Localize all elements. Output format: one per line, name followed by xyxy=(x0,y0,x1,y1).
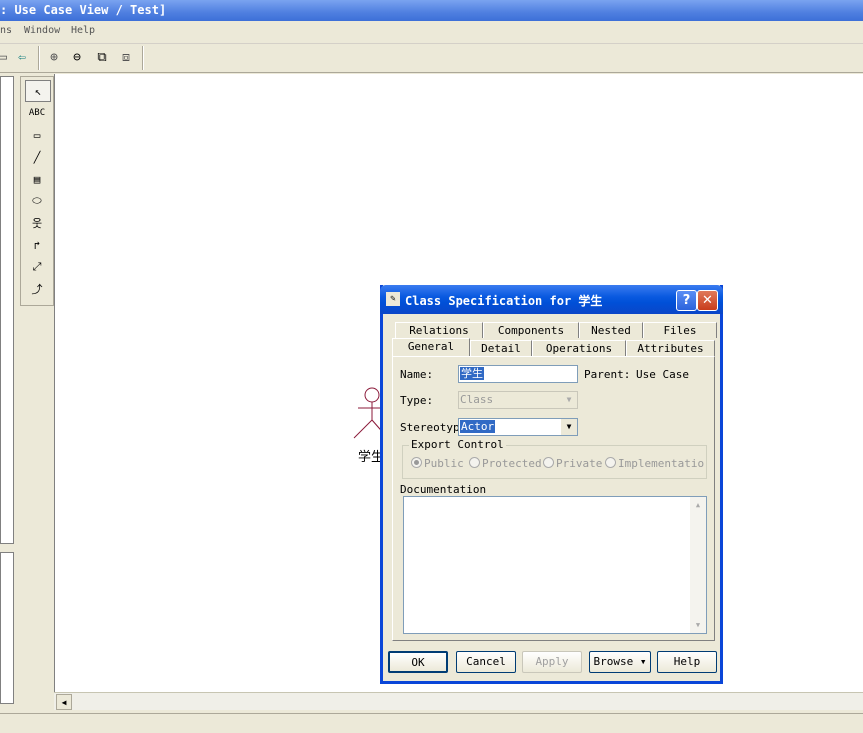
tab-general[interactable]: General xyxy=(392,338,470,356)
chevron-down-icon: ▼ xyxy=(561,419,577,435)
actor-tool-icon[interactable]: 웃 xyxy=(25,213,49,233)
class-specification-dialog: ✎ Class Specification for 学生 ? ✕ Relatio… xyxy=(380,285,723,684)
name-label: Name: xyxy=(400,368,434,381)
tab-detail[interactable]: Detail xyxy=(470,340,532,356)
anchor-line-icon[interactable]: ╱ xyxy=(25,147,49,167)
stereotype-select[interactable]: Actor ▼ xyxy=(458,418,578,436)
menu-item-help[interactable]: Help xyxy=(71,25,95,36)
selection-arrow-icon[interactable]: ↖ xyxy=(25,80,51,102)
tab-nested[interactable]: Nested xyxy=(579,322,643,338)
documentation-pane[interactable] xyxy=(0,552,14,704)
scroll-up-icon[interactable]: ▲ xyxy=(690,497,706,513)
help-button[interactable]: Help xyxy=(657,651,717,673)
stereotype-label: Stereotype xyxy=(400,421,467,434)
close-caption-button[interactable]: ✕ xyxy=(697,290,718,311)
dependency-tool-icon[interactable]: ⤢ xyxy=(25,257,49,277)
tab-files[interactable]: Files xyxy=(643,322,717,338)
browse-icon[interactable]: ▭ xyxy=(0,48,12,66)
package-tool-icon[interactable]: ▤ xyxy=(25,169,49,189)
note-tool-icon[interactable]: ▭ xyxy=(25,125,49,145)
menu-item-tools[interactable]: ns xyxy=(0,25,12,36)
documentation-scrollbar[interactable]: ▲ ▼ xyxy=(690,497,706,633)
cancel-button[interactable]: Cancel xyxy=(456,651,516,673)
association-tool-icon[interactable]: ↱ xyxy=(25,235,49,255)
fit-in-window-icon[interactable]: ⧉ xyxy=(93,48,111,66)
window-title: : Use Case View / Test] xyxy=(0,3,167,17)
text-tool-icon[interactable]: ABC xyxy=(25,103,49,123)
dialog-title-bar[interactable]: ✎ Class Specification for 学生 ? ✕ xyxy=(380,285,723,314)
toolbar: ▭ ⇦ ⊕ ⊖ ⧉ ⧈ xyxy=(0,44,863,73)
horizontal-scrollbar[interactable]: ◀ xyxy=(54,692,863,710)
use-case-tool-icon[interactable]: ⬭ xyxy=(25,191,49,211)
generalization-tool-icon[interactable]: ⤴ xyxy=(25,279,49,299)
radio-protected[interactable]: Protected xyxy=(469,457,542,470)
tab-components[interactable]: Components xyxy=(483,322,579,338)
dialog-app-icon: ✎ xyxy=(386,292,400,306)
menu-item-window[interactable]: Window xyxy=(24,25,60,36)
apply-button[interactable]: Apply xyxy=(522,651,582,673)
documentation-textarea[interactable]: ▲ ▼ xyxy=(403,496,707,634)
stereotype-value: Actor xyxy=(460,420,496,433)
name-input[interactable]: 学生 xyxy=(458,365,578,383)
menu-bar: ns Window Help xyxy=(0,21,863,44)
name-value: 学生 xyxy=(460,367,484,380)
window-title-bar[interactable]: : Use Case View / Test] xyxy=(0,0,863,21)
radio-implementation[interactable]: Implementatio xyxy=(605,457,704,470)
scroll-left-icon[interactable]: ◀ xyxy=(56,694,72,710)
export-control-label: Export Control xyxy=(409,438,506,451)
diagram-toolbox: ↖ ABC ▭ ╱ ▤ ⬭ 웃 ↱ ⤢ ⤴ xyxy=(20,76,54,306)
documentation-label: Documentation xyxy=(400,483,487,496)
chevron-down-icon: ▼ xyxy=(561,392,577,408)
browser-pane[interactable] xyxy=(0,76,14,544)
help-caption-button[interactable]: ? xyxy=(676,290,697,311)
undo-fit-icon[interactable]: ⧈ xyxy=(117,48,135,66)
type-select[interactable]: Class ▼ xyxy=(458,391,578,409)
ok-button[interactable]: OK xyxy=(388,651,448,673)
type-value: Class xyxy=(460,393,494,406)
zoom-out-icon[interactable]: ⊖ xyxy=(68,48,86,66)
radio-private[interactable]: Private xyxy=(543,457,602,470)
dialog-title: Class Specification for 学生 xyxy=(405,294,603,308)
export-control-group: Export Control Public Protected Private … xyxy=(402,438,707,479)
tab-operations[interactable]: Operations xyxy=(532,340,626,356)
parent-label: Parent: xyxy=(584,368,631,381)
tab-relations[interactable]: Relations xyxy=(395,322,483,338)
scroll-down-icon[interactable]: ▼ xyxy=(690,617,706,633)
browse-button[interactable]: Browse ▾ xyxy=(589,651,651,673)
parent-value: Use Case xyxy=(636,368,689,381)
zoom-in-icon[interactable]: ⊕ xyxy=(45,48,63,66)
status-bar xyxy=(0,713,863,733)
radio-public[interactable]: Public xyxy=(411,457,464,470)
tab-attributes[interactable]: Attributes xyxy=(626,340,715,356)
back-arrow-icon[interactable]: ⇦ xyxy=(13,48,31,66)
type-label: Type: xyxy=(400,394,434,407)
